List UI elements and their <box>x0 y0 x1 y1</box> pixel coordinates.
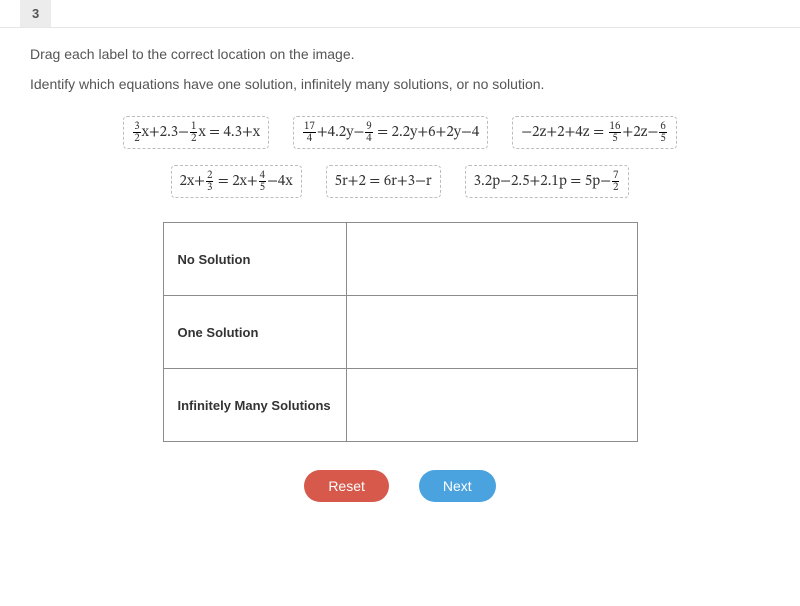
category-infinitely-many: Infinitely Many Solutions <box>163 369 346 442</box>
draggable-labels-area: 32x+2.3−12x = 4.3+x 174+4.2y−94 = 2.2y+6+… <box>30 116 770 198</box>
drop-zone-infinitely-many[interactable] <box>346 369 637 442</box>
category-one-solution: One Solution <box>163 296 346 369</box>
equation-eq6[interactable]: 3.2p−2.5+2.1p = 5p−72 <box>465 165 630 198</box>
button-row: Reset Next <box>30 470 770 502</box>
question-header: 3 <box>0 0 800 28</box>
drop-zone-one-solution[interactable] <box>346 296 637 369</box>
drop-zone-no-solution[interactable] <box>346 223 637 296</box>
answer-table: No Solution One Solution Infinitely Many… <box>163 222 638 442</box>
label-row-2: 2x+23 = 2x+45−4x 5r+2 = 6r+3−r 3.2p−2.5+2.… <box>30 165 770 198</box>
label-row-1: 32x+2.3−12x = 4.3+x 174+4.2y−94 = 2.2y+6+… <box>30 116 770 149</box>
equation-eq5[interactable]: 5r+2 = 6r+3−r <box>326 165 441 198</box>
question-number: 3 <box>20 0 51 27</box>
equation-eq3[interactable]: −2z+2+4z = 165+2z−65 <box>512 116 677 149</box>
reset-button[interactable]: Reset <box>304 470 389 502</box>
next-button[interactable]: Next <box>419 470 496 502</box>
equation-eq1[interactable]: 32x+2.3−12x = 4.3+x <box>123 116 269 149</box>
equation-eq2[interactable]: 174+4.2y−94 = 2.2y+6+2y−4 <box>293 116 488 149</box>
instruction-drag: Drag each label to the correct location … <box>30 46 770 62</box>
equation-eq4[interactable]: 2x+23 = 2x+45−4x <box>171 165 302 198</box>
table-row: No Solution <box>163 223 637 296</box>
category-no-solution: No Solution <box>163 223 346 296</box>
table-row: One Solution <box>163 296 637 369</box>
question-body: Drag each label to the correct location … <box>0 28 800 532</box>
table-row: Infinitely Many Solutions <box>163 369 637 442</box>
instruction-task: Identify which equations have one soluti… <box>30 76 770 92</box>
